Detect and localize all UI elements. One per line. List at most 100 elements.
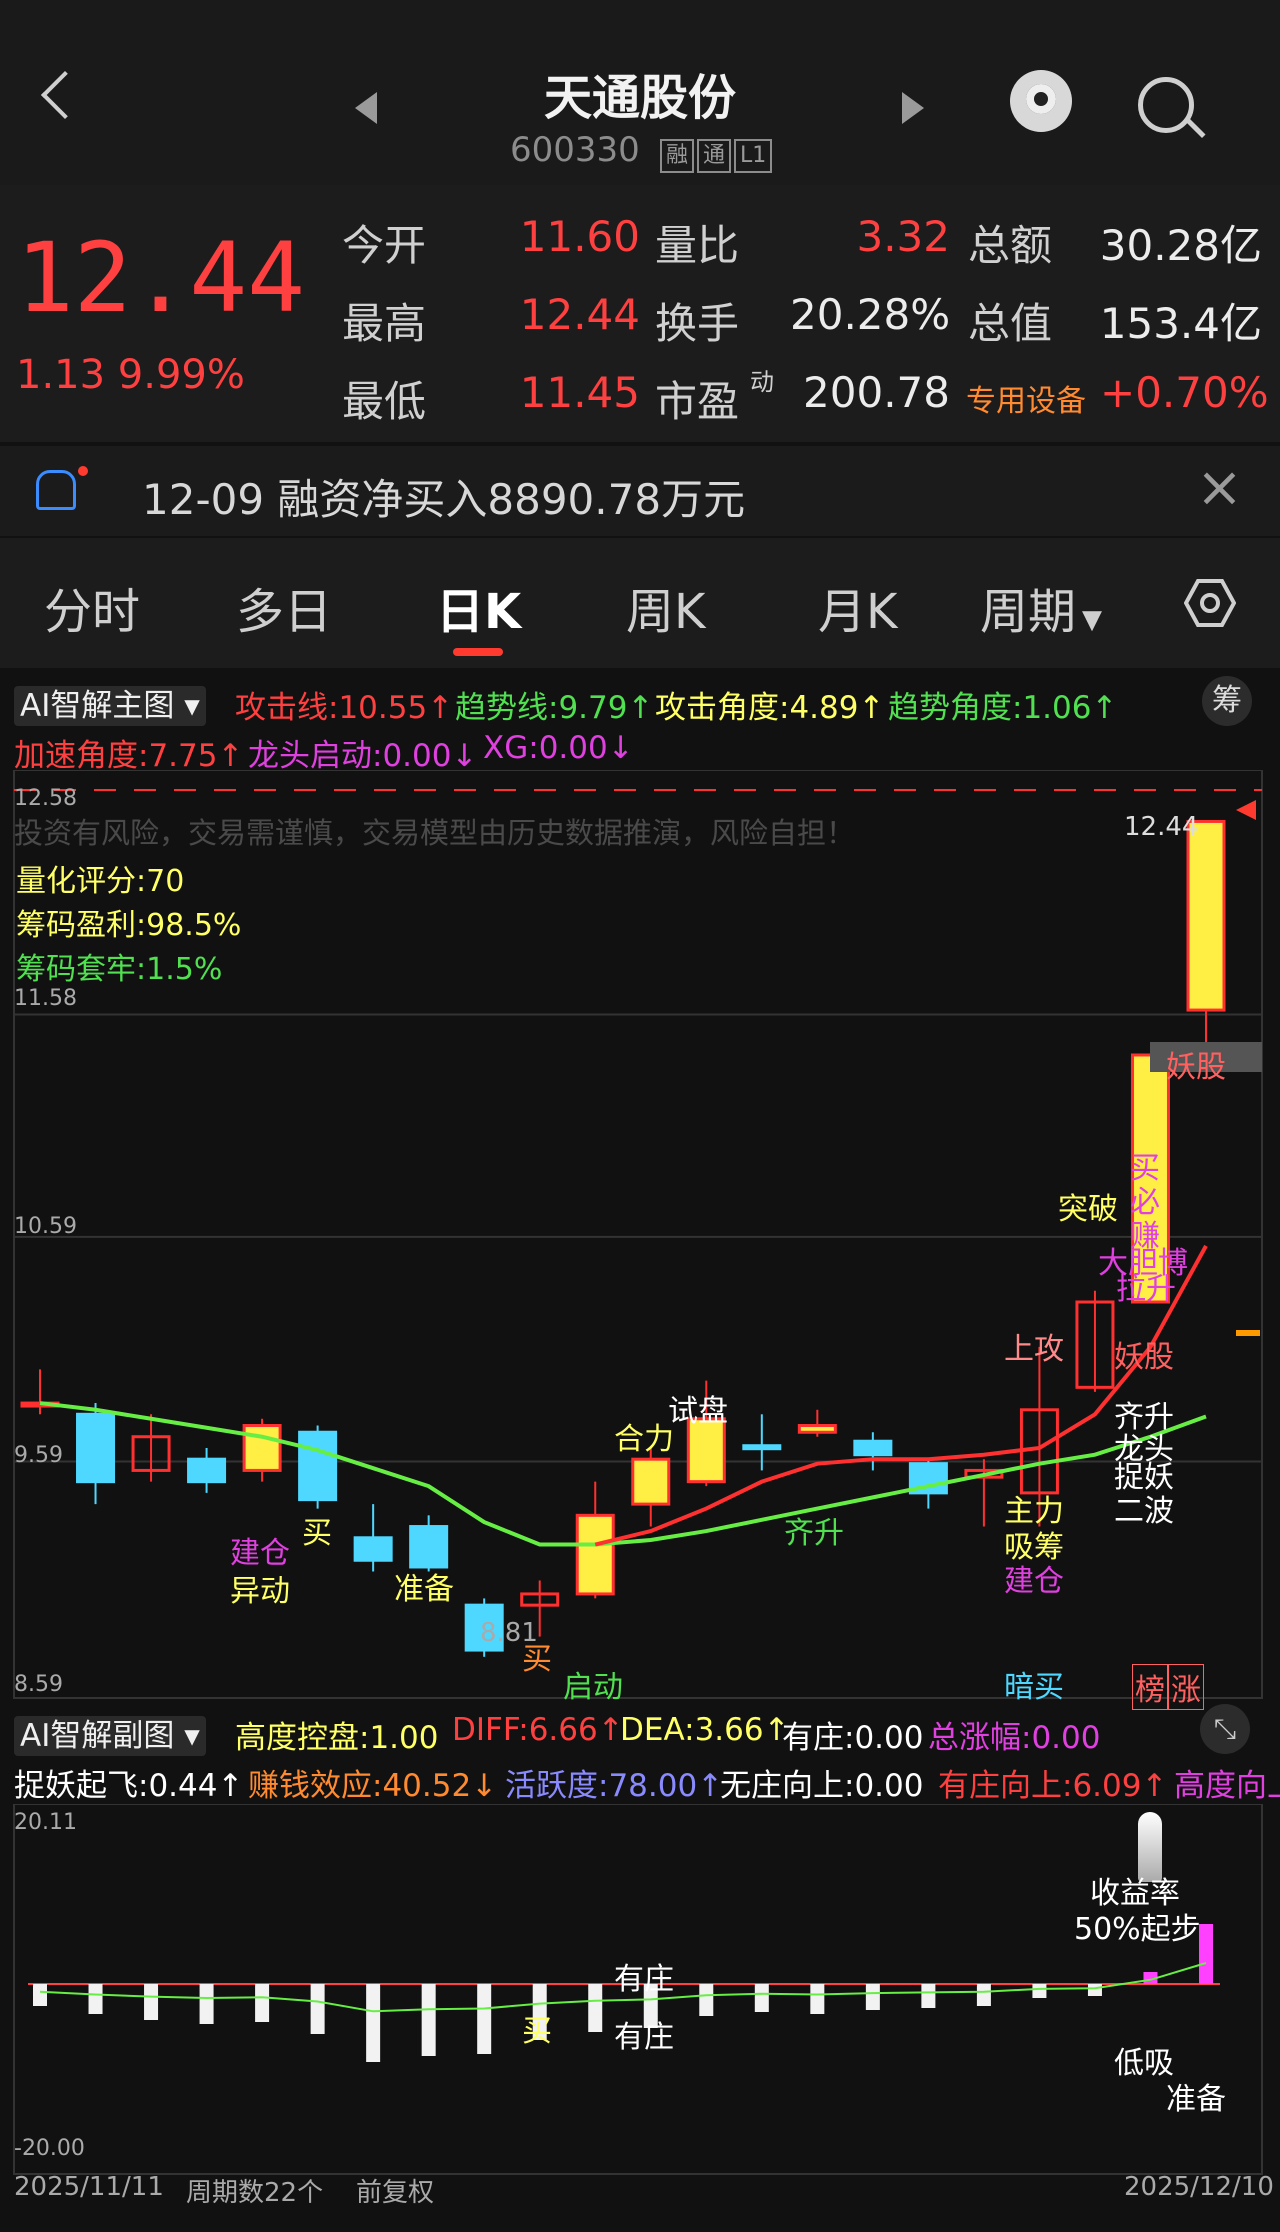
last-price-marker [1236, 800, 1256, 820]
trend-line-ind: 趋势线:9.79↑ [455, 690, 654, 726]
sub-bar [366, 1984, 381, 2062]
candle [353, 1504, 393, 1572]
sub-bar [310, 1984, 325, 2034]
label-shipan: 试盘 [668, 1394, 728, 1429]
money-effect-ind: 赚钱效应:40.52↓ [248, 1768, 498, 1804]
attack-angle-ind: 攻击角度:4.89↑ [655, 690, 885, 726]
bell-icon [36, 470, 76, 510]
pe-label: 市盈 [655, 377, 740, 426]
risk-disclaimer: 投资有风险，交易需谨慎，交易模型由历史数据推演，风险自担！ [14, 816, 856, 850]
control-ind: 高度控盘:1.00 [235, 1720, 439, 1756]
sub-bar [865, 1984, 880, 2010]
chip-button[interactable]: 筹 [1202, 676, 1252, 726]
sub-bar [421, 1984, 436, 2056]
sub-bar [976, 1984, 991, 2006]
candle [242, 1418, 282, 1482]
stock-name: 天通股份 [543, 70, 736, 126]
market-cap-label: 总值 [968, 299, 1053, 348]
tab-monthly-k[interactable]: 月K [818, 572, 897, 642]
youzhuang-ind: 有庄:0.00 [782, 1720, 924, 1756]
turnover-rate-value: 20.28% [790, 290, 951, 339]
sub-bar [754, 1984, 769, 2012]
chip-trapped: 筹码套牢:1.5% [16, 952, 223, 987]
label-yaogu-2: 妖股 [1114, 1340, 1174, 1375]
sub-label-buy: 买 [522, 2014, 552, 2049]
volume-ratio-value: 3.32 [856, 212, 950, 261]
sub-bar [588, 1984, 603, 2032]
search-icon[interactable] [1138, 77, 1194, 133]
candle [298, 1425, 338, 1509]
label-erbo: 二波 [1114, 1494, 1174, 1529]
turnover-rate-label: 换手 [655, 299, 740, 348]
label-zhang: 涨 [1168, 1664, 1204, 1710]
market-cap-value: 153.4亿 [1099, 299, 1262, 348]
next-stock-icon[interactable] [902, 92, 924, 124]
label-jiancang-2: 建仓 [1004, 1564, 1064, 1599]
sub-bar [144, 1984, 159, 2020]
tab-period[interactable]: 周期 ▼ [980, 572, 1102, 642]
notice-text[interactable]: 12-09 融资净买入8890.78万元 [142, 466, 745, 527]
close-icon[interactable]: × [1196, 458, 1243, 518]
youzhuang-up-ind: 有庄向上:6.09↑ [938, 1768, 1168, 1804]
industry-change: +0.70% [1100, 368, 1269, 417]
tab-multiday[interactable]: 多日 [236, 572, 332, 642]
open-label: 今开 [342, 221, 427, 270]
dea-ind: DEA:3.66↑ [620, 1712, 790, 1748]
chip-profit: 筹码盈利:98.5% [16, 908, 242, 943]
sub-chart-selector[interactable]: AI智解副图 ▾ [14, 1710, 206, 1756]
label-anmai: 暗买 [1004, 1670, 1064, 1705]
period-count: 周期数22个 [186, 2178, 324, 2208]
turnover-amount-value: 30.28亿 [1099, 221, 1262, 270]
attack-line-ind: 攻击线:10.55↑ [235, 690, 454, 726]
leader-start-ind: 龙头启动:0.00↓ [248, 738, 478, 774]
assistant-robot-icon[interactable] [1010, 70, 1072, 132]
high-value: 12.44 [519, 290, 640, 339]
label-lasheng: 拉升 [1116, 1272, 1176, 1307]
candle [131, 1414, 171, 1482]
sub-label-zhunbei: 准备 [1166, 2082, 1226, 2117]
candle [853, 1432, 893, 1471]
sub-tick-min: -20.00 [14, 2136, 85, 2161]
last-price-label: 12.44 [1124, 812, 1199, 842]
start-date: 2025/11/11 [14, 2172, 164, 2202]
sub-bar [255, 1984, 270, 2022]
side-marker [1236, 1330, 1260, 1336]
sub-tick-max: 20.11 [14, 1810, 77, 1835]
sub-label-dixi: 低吸 [1114, 2046, 1174, 2081]
high-label: 最高 [342, 299, 427, 348]
candle [964, 1459, 1004, 1527]
tab-daily-k[interactable]: 日K [436, 572, 521, 642]
total-gain-ind: 总涨幅:0.00 [928, 1720, 1101, 1756]
pe-dynamic-sup: 动 [750, 368, 774, 396]
pe-value: 200.78 [803, 368, 950, 417]
settings-gear-icon[interactable] [1184, 578, 1236, 628]
end-date: 2025/12/10 [1124, 2172, 1274, 2202]
adjustment-mode[interactable]: 前复权 [356, 2172, 434, 2209]
connect-badge: 通 [697, 139, 732, 173]
label-qidong: 启动 [563, 1670, 623, 1705]
expand-icon[interactable]: ⤡ [1200, 1704, 1250, 1754]
sub-bar [88, 1984, 103, 2014]
zhuoyao-ind: 捉妖起飞:0.44↑ [14, 1768, 244, 1804]
candle [1186, 819, 1226, 1044]
sub-label-youzhuang: 有庄 [614, 1962, 674, 1997]
tab-weekly-k[interactable]: 周K [626, 572, 705, 642]
accel-angle-ind: 加速角度:7.75↑ [14, 738, 244, 774]
industry-link[interactable]: 专用设备 [966, 376, 1086, 420]
sub-bar [1087, 1984, 1102, 1996]
quant-score: 量化评分:70 [16, 864, 185, 899]
sub-bar [199, 1984, 214, 2024]
tab-intraday[interactable]: 分时 [44, 572, 140, 642]
candle [76, 1403, 116, 1505]
xg-ind: XG:0.00↓ [483, 730, 634, 766]
label-shanggong: 上攻 [1004, 1332, 1064, 1367]
candle [187, 1447, 227, 1493]
volume-ratio-label: 量比 [655, 221, 740, 270]
label-tupo: 突破 [1058, 1192, 1118, 1227]
margin-badge: 融 [660, 139, 695, 173]
turnover-amount-label: 总额 [968, 221, 1053, 270]
sub-bar [699, 1984, 714, 2016]
sub-bar [921, 1984, 936, 2008]
low-label: 最低 [342, 377, 427, 426]
main-chart-selector[interactable]: AI智解主图 ▾ [14, 680, 206, 726]
